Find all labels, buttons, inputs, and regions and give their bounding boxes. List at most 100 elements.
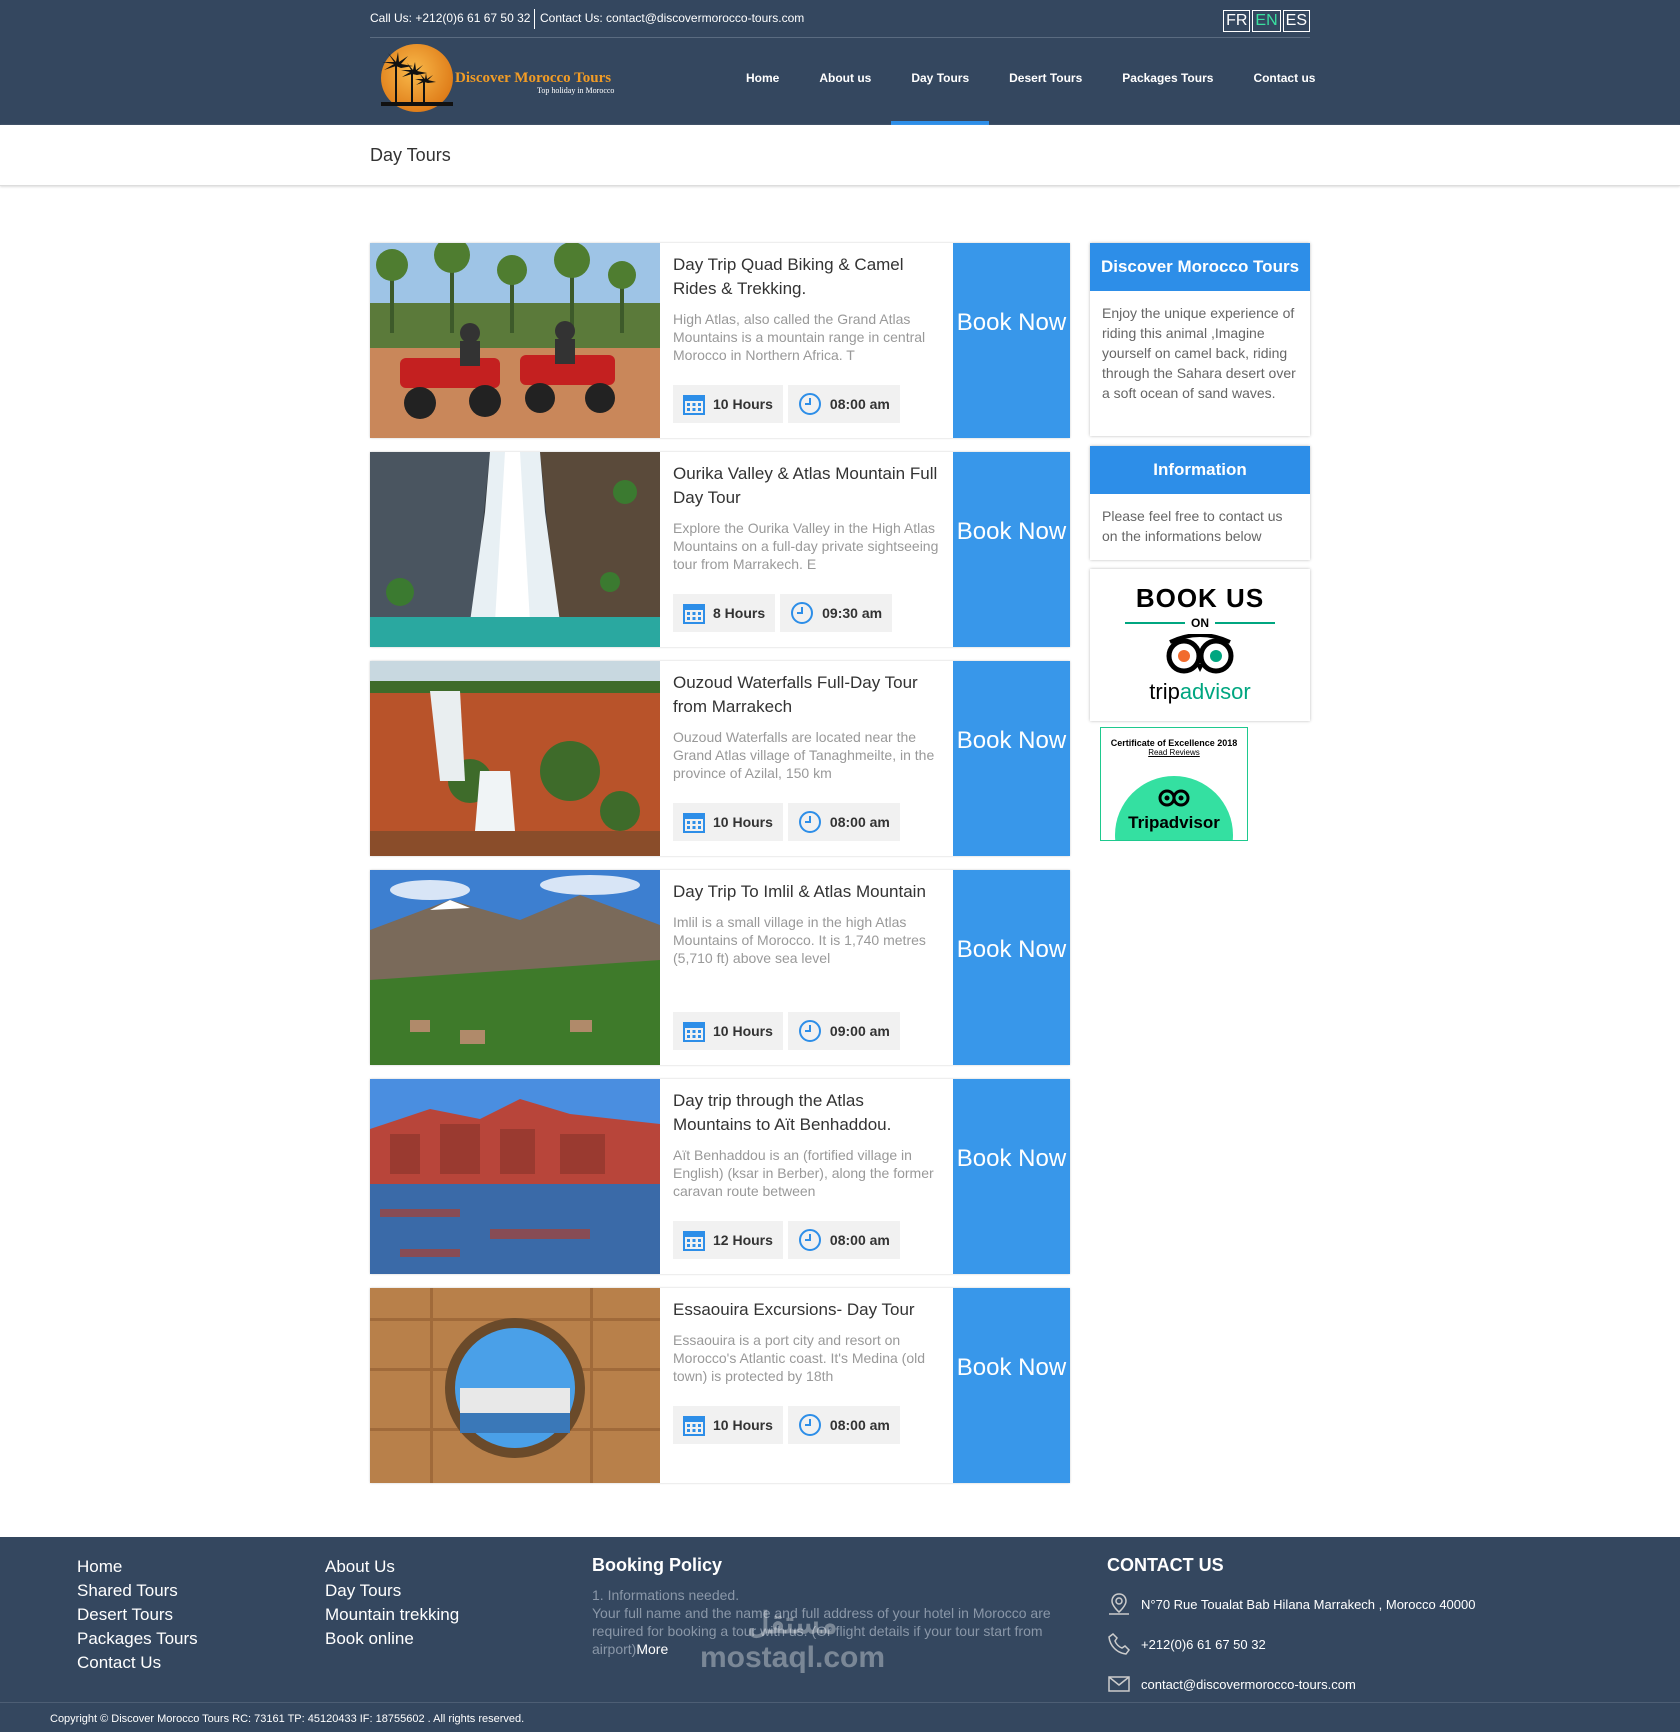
- certificate-title: Certificate of Excellence 2018: [1110, 738, 1238, 748]
- duration-badge: 10 Hours: [673, 803, 783, 841]
- book-now-button[interactable]: Book Now: [953, 1079, 1070, 1274]
- contact-us-title: CONTACT US: [1107, 1555, 1224, 1575]
- copyright-text: Copyright © Discover Morocco Tours RC: 7…: [0, 1702, 1680, 1732]
- certificate-of-excellence[interactable]: Certificate of Excellence 2018 Read Revi…: [1100, 727, 1248, 841]
- book-now-button[interactable]: Book Now: [953, 1288, 1070, 1483]
- time-badge: 08:00 am: [787, 1406, 900, 1444]
- read-reviews-link[interactable]: Read Reviews: [1101, 748, 1247, 757]
- duration-text: 10 Hours: [713, 396, 773, 412]
- time-text: 08:00 am: [829, 1232, 890, 1248]
- tripadvisor-wordmark: tripadvisor: [1090, 679, 1310, 705]
- lang-fr[interactable]: FR: [1223, 10, 1251, 32]
- sidebar-about-box: Discover Morocco Tours Enjoy the unique …: [1090, 243, 1310, 436]
- duration-badge: 12 Hours: [673, 1221, 783, 1259]
- footer-link-desert-tours[interactable]: Desert Tours: [77, 1603, 198, 1627]
- duration-badge: 8 Hours: [673, 594, 776, 632]
- time-badge: 08:00 am: [787, 803, 900, 841]
- email-text[interactable]: contact@discovermorocco-tours.com: [1141, 1677, 1356, 1692]
- tripadvisor-badge[interactable]: BOOK US ON tripadvisor: [1090, 569, 1310, 721]
- tour-card: Ouzoud Waterfalls Full-Day Tour from Mar…: [370, 661, 1070, 856]
- tour-title[interactable]: Day trip through the Atlas Mountains to …: [673, 1089, 943, 1137]
- footer-link-home[interactable]: Home: [77, 1555, 198, 1579]
- tour-image-quad-biking[interactable]: [370, 243, 660, 438]
- phone-icon: [1108, 1633, 1130, 1655]
- footer-contact: CONTACT US N°70 Rue Toualat Bab Hilana M…: [1107, 1555, 1475, 1696]
- tour-title[interactable]: Day Trip Quad Biking & Camel Rides & Tre…: [673, 253, 943, 301]
- nav-packages-tours[interactable]: Packages Tours: [1102, 55, 1233, 125]
- footer-link-book-online[interactable]: Book online: [325, 1627, 459, 1651]
- clock-icon: [798, 1414, 821, 1436]
- tour-image-ourika[interactable]: [370, 452, 660, 647]
- tour-title[interactable]: Ouzoud Waterfalls Full-Day Tour from Mar…: [673, 671, 943, 719]
- footer-link-contact-us[interactable]: Contact Us: [77, 1651, 198, 1675]
- nav-home[interactable]: Home: [726, 55, 799, 125]
- book-now-button[interactable]: Book Now: [953, 452, 1070, 647]
- tour-description: Explore the Ourika Valley in the High At…: [673, 520, 939, 572]
- call-us-text: Call Us: +212(0)6 61 67 50 32: [370, 11, 531, 25]
- book-now-button[interactable]: Book Now: [953, 661, 1070, 856]
- time-badge: 08:00 am: [787, 385, 900, 423]
- calendar-icon: [683, 1231, 705, 1251]
- tour-image-ait-benhaddou[interactable]: [370, 1079, 660, 1274]
- time-badge: 08:00 am: [787, 1221, 900, 1259]
- tour-title[interactable]: Day Trip To Imlil & Atlas Mountain: [673, 880, 943, 904]
- lang-es[interactable]: ES: [1282, 10, 1310, 32]
- page-title: Day Tours: [370, 145, 451, 165]
- tour-title[interactable]: Essaouira Excursions- Day Tour: [673, 1298, 943, 1322]
- more-link[interactable]: More: [636, 1641, 668, 1657]
- nav-desert-tours[interactable]: Desert Tours: [989, 55, 1102, 125]
- clock-icon: [798, 1229, 821, 1251]
- footer-links-1: Home Shared Tours Desert Tours Packages …: [77, 1555, 198, 1675]
- wordmark-trip: trip: [1149, 679, 1180, 704]
- tour-info: Day trip through the Atlas Mountains to …: [673, 1089, 943, 1200]
- footer-link-packages-tours[interactable]: Packages Tours: [77, 1627, 198, 1651]
- tour-image-essaouira[interactable]: [370, 1288, 660, 1483]
- email-row: contact@discovermorocco-tours.com: [1107, 1672, 1475, 1696]
- watermark: مستقل mostaql.com: [700, 1607, 886, 1674]
- divider: [534, 9, 535, 29]
- map-pin-icon: [1109, 1593, 1129, 1615]
- clock-icon: [798, 393, 821, 415]
- tour-meta: 12 Hours 08:00 am: [673, 1221, 900, 1259]
- tour-description: High Atlas, also called the Grand Atlas …: [673, 311, 926, 363]
- envelope-icon: [1108, 1676, 1130, 1692]
- certificate-circle: Tripadvisor: [1115, 776, 1233, 840]
- calendar-icon: [683, 1416, 705, 1436]
- calendar-icon: [683, 1022, 705, 1042]
- phone-row: +212(0)6 61 67 50 32: [1107, 1632, 1475, 1656]
- tour-card: Day Trip To Imlil & Atlas Mountain Imlil…: [370, 870, 1070, 1065]
- site-footer: Home Shared Tours Desert Tours Packages …: [0, 1537, 1680, 1732]
- tour-image-imlil[interactable]: [370, 870, 660, 1065]
- footer-link-day-tours[interactable]: Day Tours: [325, 1579, 459, 1603]
- contact-email-text[interactable]: Contact Us: contact@discovermorocco-tour…: [540, 11, 804, 25]
- wordmark-advisor: advisor: [1179, 679, 1251, 704]
- nav-day-tours[interactable]: Day Tours: [891, 55, 989, 125]
- logo-sun-icon: [381, 44, 453, 112]
- logo-tagline: Top holiday in Morocco: [537, 86, 615, 95]
- on-row: ON: [1090, 616, 1310, 630]
- site-logo[interactable]: Discover Morocco Tours Top holiday in Mo…: [377, 44, 657, 114]
- book-now-button[interactable]: Book Now: [953, 870, 1070, 1065]
- time-text: 08:00 am: [829, 1417, 890, 1433]
- tour-description: Imlil is a small village in the high Atl…: [673, 914, 926, 966]
- time-text: 08:00 am: [829, 396, 890, 412]
- footer-link-shared-tours[interactable]: Shared Tours: [77, 1579, 198, 1603]
- phone-text[interactable]: +212(0)6 61 67 50 32: [1141, 1637, 1266, 1652]
- footer-link-about-us[interactable]: About Us: [325, 1555, 459, 1579]
- sidebar-info-box: Information Please feel free to contact …: [1090, 446, 1310, 560]
- time-text: 09:30 am: [822, 605, 883, 621]
- clock-icon: [798, 811, 821, 833]
- tour-card: Day Trip Quad Biking & Camel Rides & Tre…: [370, 243, 1070, 438]
- nav-contact-us[interactable]: Contact us: [1233, 55, 1335, 125]
- lang-en[interactable]: EN: [1252, 10, 1281, 32]
- book-now-button[interactable]: Book Now: [953, 243, 1070, 438]
- footer-link-mountain-trekking[interactable]: Mountain trekking: [325, 1603, 459, 1627]
- time-text: 09:00 am: [829, 1023, 890, 1039]
- time-badge: 09:30 am: [780, 594, 893, 632]
- site-header: Call Us: +212(0)6 61 67 50 32 Contact Us…: [0, 0, 1680, 125]
- tour-meta: 10 Hours 08:00 am: [673, 803, 900, 841]
- tour-card: Day trip through the Atlas Mountains to …: [370, 1079, 1070, 1274]
- tour-image-ouzoud[interactable]: [370, 661, 660, 856]
- nav-about-us[interactable]: About us: [799, 55, 891, 125]
- tour-title[interactable]: Ourika Valley & Atlas Mountain Full Day …: [673, 462, 943, 510]
